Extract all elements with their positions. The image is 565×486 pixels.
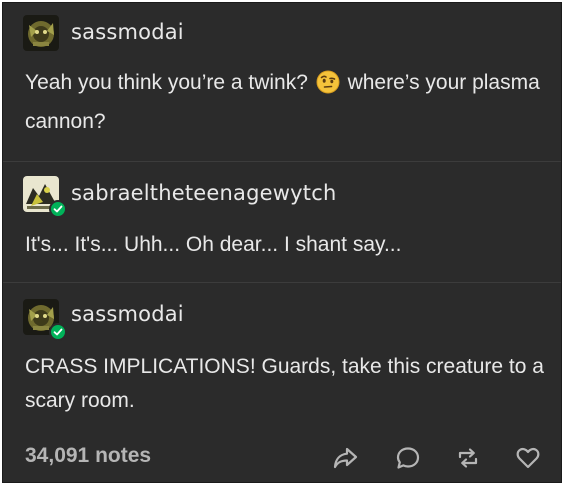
notes-count[interactable]: 34,091 notes [25, 444, 151, 468]
avatar[interactable] [23, 299, 67, 341]
follow-check-icon [53, 328, 63, 336]
reblog-entry: sabraeltheteenagewytch It's... It's... U… [3, 162, 561, 282]
post-text: CRASS IMPLICATIONS! Guards, take this cr… [25, 355, 544, 412]
post-text: It's... It's... Uhh... Oh dear... I shan… [25, 233, 402, 256]
reblog-button[interactable] [454, 444, 482, 472]
follow-check-icon [53, 205, 63, 213]
share-button[interactable] [331, 444, 359, 472]
username[interactable]: sabraeltheteenagewytch [71, 181, 336, 205]
like-button[interactable] [514, 444, 542, 472]
reblog-icon [458, 448, 478, 468]
post-text: Yeah you think you’re a twink? where’s y… [25, 66, 545, 139]
reblog-entry: sassmodai Yeah you think you’re a twink?… [3, 3, 561, 161]
username[interactable]: sassmodai [71, 302, 184, 326]
avatar[interactable] [23, 176, 67, 218]
avatar[interactable] [23, 15, 59, 51]
face-with-raised-eyebrow-emoji-icon [316, 70, 340, 105]
post-text-part: Yeah you think you’re a twink? [25, 71, 314, 94]
follow-badge[interactable] [49, 323, 67, 341]
post-footer: 34,091 notes [3, 440, 561, 480]
reply-icon [396, 447, 420, 469]
username[interactable]: sassmodai [71, 20, 184, 44]
share-icon [333, 447, 358, 469]
reblog-entry: sassmodai CRASS IMPLICATIONS! Guards, ta… [3, 283, 561, 443]
avatar-image [23, 15, 59, 51]
like-icon [516, 447, 540, 469]
follow-badge[interactable] [49, 200, 67, 218]
reply-button[interactable] [394, 444, 422, 472]
tumblr-post-thread: sassmodai Yeah you think you’re a twink?… [2, 2, 562, 483]
